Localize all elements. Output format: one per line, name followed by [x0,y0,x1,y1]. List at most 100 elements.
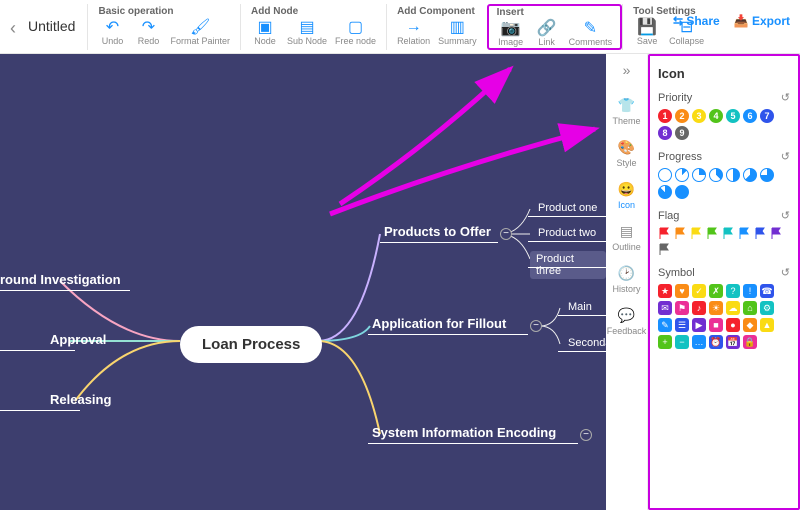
priority-2[interactable]: 2 [675,109,689,123]
reset-icon[interactable]: ↺ [781,91,790,104]
toolbar-relation[interactable]: →Relation [397,19,430,46]
symbol-12[interactable]: ⌂ [743,301,757,315]
doc-title[interactable]: Untitled [24,4,87,34]
toolbar-save[interactable]: 💾Save [633,19,661,46]
symbol-21[interactable]: + [658,335,672,349]
flag-8[interactable] [658,243,671,256]
expand-dot[interactable]: − [530,320,542,332]
flag-2[interactable] [690,227,703,240]
progress-0[interactable] [658,168,672,182]
leaf[interactable]: Main [562,299,598,315]
symbol-18[interactable]: ● [726,318,740,332]
symbol-20[interactable]: ▲ [760,318,774,332]
progress-5[interactable] [743,168,757,182]
symbol-6[interactable]: ☎ [760,284,774,298]
symbol-7[interactable]: ✉ [658,301,672,315]
symbol-14[interactable]: ✎ [658,318,672,332]
panel-tabs: » 👕Theme 🎨Style 😀Icon ▤Outline 🕑History 💬Feed… [606,54,648,510]
toolbar-link[interactable]: 🔗Link [533,20,561,47]
progress-3[interactable] [709,168,723,182]
priority-1[interactable]: 1 [658,109,672,123]
toolbar-sub-node[interactable]: ▤Sub Node [287,19,327,46]
panel-tab-feedback[interactable]: 💬Feedback [607,306,647,336]
symbol-23[interactable]: … [692,335,706,349]
symbol-2[interactable]: ✓ [692,284,706,298]
flag-5[interactable] [738,227,751,240]
mindmap-canvas[interactable]: Loan Process round Investigation Approva… [0,54,606,510]
priority-4[interactable]: 4 [709,109,723,123]
expand-dot[interactable]: − [500,228,512,240]
icon-icon: 😀 [618,180,636,198]
symbol-17[interactable]: ■ [709,318,723,332]
toolbar-group: Insert📷Image🔗Link✎Comments [487,4,623,50]
progress-2[interactable] [692,168,706,182]
toolbar-image[interactable]: 📷Image [497,20,525,47]
toolbar-node[interactable]: ▣Node [251,19,279,46]
flag-1[interactable] [674,227,687,240]
node-right-2[interactable]: System Information Encoding [372,425,556,440]
panel-tab-style[interactable]: 🎨Style [616,138,636,168]
symbol-3[interactable]: ✗ [709,284,723,298]
flag-3[interactable] [706,227,719,240]
priority-9[interactable]: 9 [675,126,689,140]
symbol-1[interactable]: ♥ [675,284,689,298]
symbol-15[interactable]: ☰ [675,318,689,332]
node-left-2[interactable]: Releasing [50,392,111,407]
symbol-4[interactable]: ? [726,284,740,298]
symbol-19[interactable]: ◆ [743,318,757,332]
node-center[interactable]: Loan Process [180,326,322,363]
toolbar-comments[interactable]: ✎Comments [569,20,613,47]
priority-5[interactable]: 5 [726,109,740,123]
node-right-1[interactable]: Application for Fillout [372,316,506,331]
symbol-26[interactable]: 🔒 [743,335,757,349]
progress-8[interactable] [675,185,689,199]
panel-tab-icon[interactable]: 😀Icon [618,180,636,210]
flag-0[interactable] [658,227,671,240]
leaf[interactable]: Secondary [562,335,606,351]
priority-7[interactable]: 7 [760,109,774,123]
priority-3[interactable]: 3 [692,109,706,123]
toolbar-redo[interactable]: ↷Redo [134,19,162,46]
flag-7[interactable] [770,227,783,240]
symbol-9[interactable]: ♪ [692,301,706,315]
symbol-25[interactable]: 📅 [726,335,740,349]
symbol-8[interactable]: ⚑ [675,301,689,315]
priority-6[interactable]: 6 [743,109,757,123]
panel-tab-outline[interactable]: ▤Outline [612,222,641,252]
symbol-16[interactable]: ▶ [692,318,706,332]
node-right-0[interactable]: Products to Offer [384,224,491,239]
priority-8[interactable]: 8 [658,126,672,140]
toolbar-undo[interactable]: ↶Undo [98,19,126,46]
progress-7[interactable] [658,185,672,199]
expand-dot[interactable]: − [580,429,592,441]
progress-6[interactable] [760,168,774,182]
node-left-1[interactable]: Approval [50,332,106,347]
symbol-24[interactable]: ⏰ [709,335,723,349]
panel-tab-theme[interactable]: 👕Theme [612,96,640,126]
progress-4[interactable] [726,168,740,182]
flag-6[interactable] [754,227,767,240]
symbol-5[interactable]: ! [743,284,757,298]
reset-icon[interactable]: ↺ [781,266,790,279]
symbol-22[interactable]: − [675,335,689,349]
progress-1[interactable] [675,168,689,182]
toolbar-format-painter[interactable]: 🖌Format Painter [170,19,230,46]
reset-icon[interactable]: ↺ [781,209,790,222]
toolbar-summary[interactable]: ▥Summary [438,19,477,46]
collapse-panel-icon[interactable]: » [623,62,631,78]
leaf-selected[interactable]: Product three [530,251,606,279]
back-button[interactable]: ‹ [10,4,24,39]
flag-4[interactable] [722,227,735,240]
panel-tab-history[interactable]: 🕑History [612,264,640,294]
symbol-13[interactable]: ⚙ [760,301,774,315]
symbol-11[interactable]: ☁ [726,301,740,315]
symbol-0[interactable]: ★ [658,284,672,298]
toolbar-free-node[interactable]: ▢Free node [335,19,376,46]
node-left-0[interactable]: round Investigation [0,272,121,287]
symbol-10[interactable]: ☀ [709,301,723,315]
leaf[interactable]: Product two [532,225,602,241]
export-button[interactable]: 📥 Export [734,14,790,28]
share-button[interactable]: ⇆ Share [673,14,720,28]
reset-icon[interactable]: ↺ [781,150,790,163]
leaf[interactable]: Product one [532,200,603,216]
